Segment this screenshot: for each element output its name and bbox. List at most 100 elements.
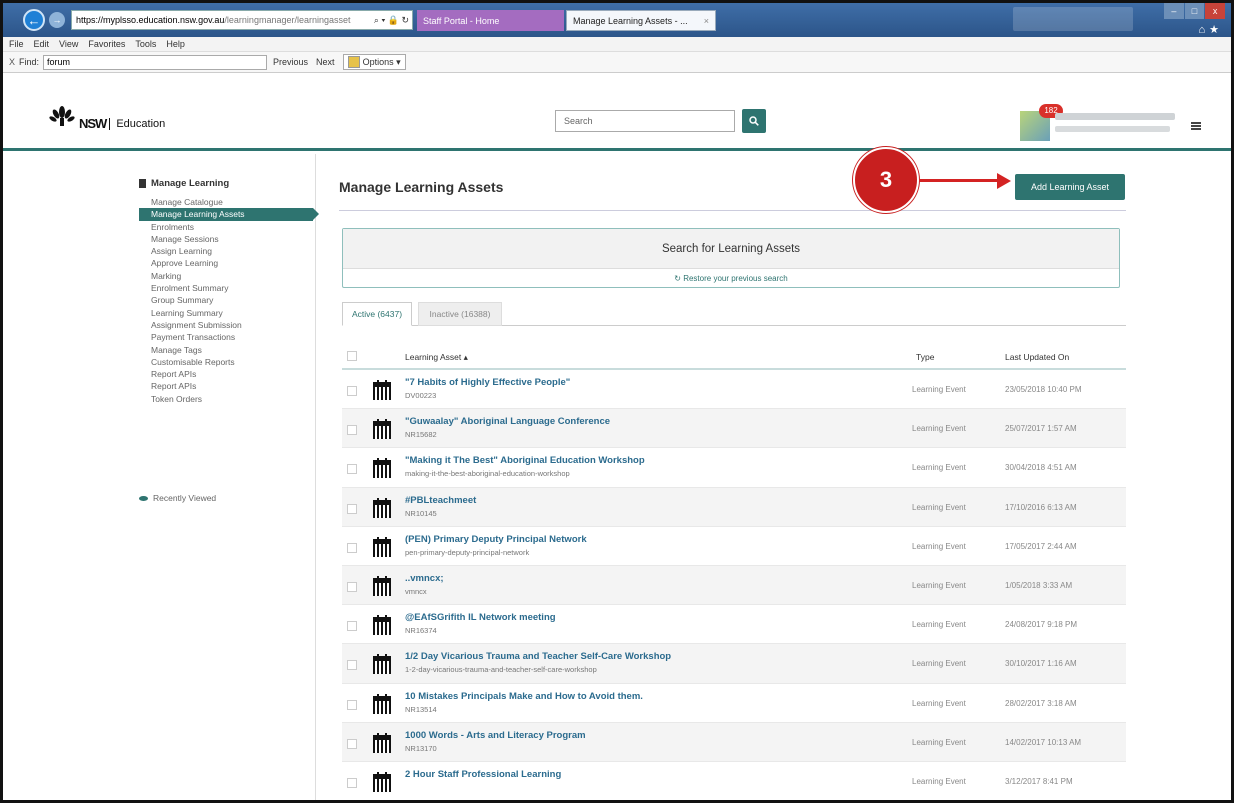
sidebar-item-manage-catalogue[interactable]: Manage Catalogue: [139, 196, 319, 208]
find-previous-button[interactable]: Previous: [273, 57, 308, 67]
sidebar-item-approve-learning[interactable]: Approve Learning: [139, 257, 319, 269]
home-favorites-icons[interactable]: ⌂★: [1198, 23, 1223, 36]
table-row[interactable]: ..vmncx; vmncx Learning Event 1/05/2018 …: [342, 565, 1126, 606]
row-date: 17/05/2017 2:44 AM: [1005, 541, 1077, 551]
sidebar-item-token-orders[interactable]: Token Orders: [139, 393, 319, 405]
row-title-link[interactable]: ..vmncx;: [405, 573, 444, 584]
address-bar[interactable]: https://myplsso.education.nsw.gov.au/lea…: [71, 10, 413, 30]
tab-inactive[interactable]: Inactive (16388): [418, 302, 502, 326]
sidebar-item-manage-tags[interactable]: Manage Tags: [139, 344, 319, 356]
close-tab-icon[interactable]: ×: [704, 16, 709, 26]
address-controls[interactable]: ⌕ ▾ 🔒 ↻: [374, 15, 409, 26]
menu-help[interactable]: Help: [166, 39, 185, 49]
table-row[interactable]: 2 Hour Staff Professional Learning Learn…: [342, 762, 1126, 800]
row-checkbox[interactable]: [347, 425, 357, 436]
column-learning-asset[interactable]: Learning Asset ▴: [405, 352, 468, 363]
row-checkbox[interactable]: [347, 503, 357, 514]
minimize-icon[interactable]: –: [1164, 3, 1184, 19]
menu-view[interactable]: View: [59, 39, 78, 49]
sidebar-item-assignment-submission[interactable]: Assignment Submission: [139, 319, 319, 331]
row-checkbox[interactable]: [347, 660, 357, 671]
row-checkbox[interactable]: [347, 386, 357, 396]
row-title-link[interactable]: "Guwaalay" Aboriginal Language Conferenc…: [405, 416, 610, 427]
close-window-icon[interactable]: x: [1205, 3, 1226, 19]
row-title-link[interactable]: 1/2 Day Vicarious Trauma and Teacher Sel…: [405, 651, 671, 662]
table-row[interactable]: 1/2 Day Vicarious Trauma and Teacher Sel…: [342, 644, 1126, 684]
sidebar-title: Manage Learning: [139, 178, 229, 189]
table-row[interactable]: @EAfSGrifith IL Network meeting NR16374 …: [342, 605, 1126, 645]
sidebar-item-group-summary[interactable]: Group Summary: [139, 294, 319, 306]
add-learning-asset-button[interactable]: Add Learning Asset: [1015, 174, 1125, 200]
table-row[interactable]: 1000 Words - Arts and Literacy Program N…: [342, 722, 1126, 762]
sidebar-item-customisable-reports[interactable]: Customisable Reports: [139, 356, 319, 368]
sidebar-item-marking[interactable]: Marking: [139, 270, 319, 282]
row-checkbox[interactable]: [347, 738, 357, 749]
search-panel-toggle[interactable]: Search for Learning Assets: [343, 229, 1119, 269]
row-title-link[interactable]: (PEN) Primary Deputy Principal Network: [405, 534, 587, 545]
site-search-input[interactable]: Search: [555, 110, 735, 132]
find-close-icon[interactable]: X: [9, 57, 15, 67]
row-title-link[interactable]: "7 Habits of Highly Effective People": [405, 377, 570, 388]
recently-viewed[interactable]: Recently Viewed: [139, 493, 216, 503]
sidebar-item-learning-summary[interactable]: Learning Summary: [139, 307, 319, 319]
row-checkbox[interactable]: [347, 581, 357, 592]
sidebar-item-report-apis[interactable]: Report APIs: [139, 368, 319, 380]
window-controls[interactable]: – □ x: [1163, 3, 1226, 21]
browser-tab-manage-assets[interactable]: Manage Learning Assets - ... ×: [566, 10, 716, 31]
browser-tab-staff-portal[interactable]: Staff Portal - Home: [417, 10, 564, 31]
table-row[interactable]: "Guwaalay" Aboriginal Language Conferenc…: [342, 409, 1126, 449]
find-next-button[interactable]: Next: [316, 57, 335, 67]
row-title-link[interactable]: 2 Hour Staff Professional Learning: [405, 769, 561, 780]
row-type: Learning Event: [912, 580, 966, 590]
table-row[interactable]: "7 Habits of Highly Effective People" DV…: [342, 370, 1126, 410]
sidebar-item-payment-transactions[interactable]: Payment Transactions: [139, 331, 319, 343]
menu-tools[interactable]: Tools: [135, 39, 156, 49]
menu-edit[interactable]: Edit: [34, 39, 50, 49]
column-type[interactable]: Type: [916, 352, 934, 362]
menu-favorites[interactable]: Favorites: [88, 39, 125, 49]
maximize-icon[interactable]: □: [1184, 3, 1205, 19]
table-row[interactable]: #PBLteachmeet NR10145 Learning Event 17/…: [342, 487, 1126, 527]
sidebar-item-manage-sessions[interactable]: Manage Sessions: [139, 233, 319, 245]
row-checkbox[interactable]: [347, 777, 357, 788]
hamburger-menu-icon[interactable]: [1191, 122, 1201, 130]
forward-icon[interactable]: →: [49, 12, 65, 28]
row-title-link[interactable]: 1000 Words - Arts and Literacy Program: [405, 730, 586, 741]
table-row[interactable]: "Making it The Best" Aboriginal Educatio…: [342, 448, 1126, 488]
url-path: /learningmanager/learningasset: [224, 15, 351, 25]
calendar-icon: [373, 732, 391, 753]
row-checkbox[interactable]: [347, 621, 357, 632]
eye-icon: [139, 495, 148, 501]
nsw-education-logo[interactable]: NSW Education: [49, 104, 165, 130]
row-code: DV00223: [405, 391, 437, 400]
select-all-checkbox[interactable]: [347, 351, 357, 361]
calendar-icon: [373, 458, 391, 479]
menu-file[interactable]: File: [9, 39, 24, 49]
row-date: 3/12/2017 8:41 PM: [1005, 776, 1073, 786]
table-row[interactable]: 10 Mistakes Principals Make and How to A…: [342, 684, 1126, 723]
sidebar-item-enrolments[interactable]: Enrolments: [139, 221, 319, 233]
row-date: 30/04/2018 4:51 AM: [1005, 463, 1077, 473]
row-checkbox[interactable]: [347, 699, 357, 710]
sidebar-item-enrolment-summary[interactable]: Enrolment Summary: [139, 282, 319, 294]
table-row[interactable]: (PEN) Primary Deputy Principal Network p…: [342, 527, 1126, 566]
row-type: Learning Event: [912, 620, 966, 630]
row-title-link[interactable]: @EAfSGrifith IL Network meeting: [405, 612, 556, 623]
row-title-link[interactable]: "Making it The Best" Aboriginal Educatio…: [405, 455, 645, 466]
sidebar-item-assign-learning[interactable]: Assign Learning: [139, 245, 319, 257]
row-title-link[interactable]: #PBLteachmeet: [405, 495, 476, 506]
sidebar-item-report-apis-2[interactable]: Report APIs: [139, 380, 319, 392]
row-title-link[interactable]: 10 Mistakes Principals Make and How to A…: [405, 691, 643, 702]
tab-active[interactable]: Active (6437): [342, 302, 412, 326]
find-input[interactable]: [43, 54, 268, 70]
row-date: 24/08/2017 9:18 PM: [1005, 620, 1078, 630]
row-checkbox[interactable]: [347, 464, 357, 475]
sidebar-item-manage-learning-assets[interactable]: Manage Learning Assets: [139, 208, 319, 221]
search-button[interactable]: [742, 109, 766, 133]
back-icon[interactable]: ←: [23, 9, 45, 31]
row-checkbox[interactable]: [347, 542, 357, 553]
column-last-updated[interactable]: Last Updated On: [1005, 352, 1069, 362]
find-options-button[interactable]: Options ▾: [342, 54, 406, 70]
restore-search-link[interactable]: ↻ Restore your previous search: [343, 269, 1119, 287]
row-date: 30/10/2017 1:16 AM: [1005, 659, 1077, 669]
